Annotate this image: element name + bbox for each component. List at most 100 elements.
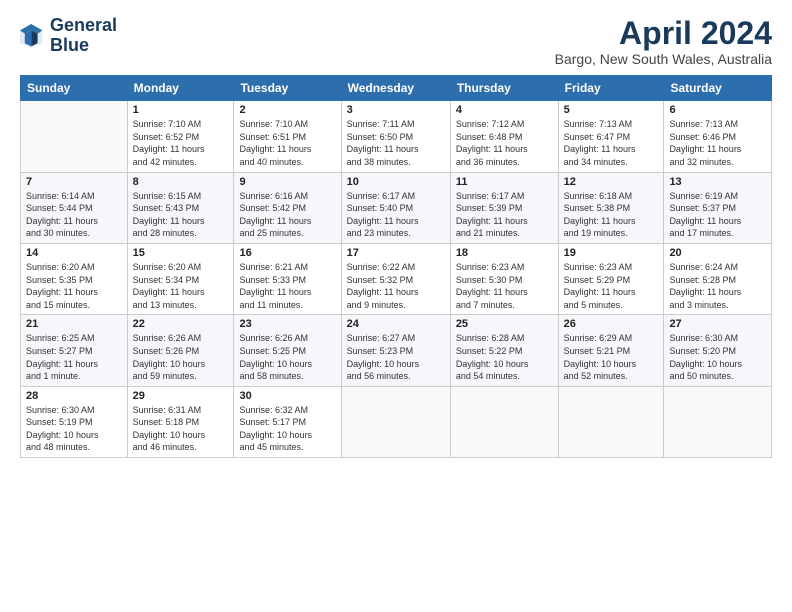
calendar-cell: 27Sunrise: 6:30 AM Sunset: 5:20 PM Dayli… [664,315,772,386]
day-number: 11 [456,176,553,188]
day-info: Sunrise: 6:26 AM Sunset: 5:25 PM Dayligh… [239,332,335,382]
weekday-header-friday: Friday [558,76,664,101]
day-number: 19 [564,247,659,259]
weekday-header-sunday: Sunday [21,76,128,101]
day-info: Sunrise: 7:13 AM Sunset: 6:47 PM Dayligh… [564,118,659,168]
calendar-cell [450,386,558,457]
day-info: Sunrise: 6:18 AM Sunset: 5:38 PM Dayligh… [564,190,659,240]
calendar-cell: 10 Sunrise: 6:17 AM Sunset: 5:40 PM Dayli… [341,172,450,243]
calendar-cell: 25 Sunrise: 6:28 AM Sunset: 5:22 PM Dayli… [450,315,558,386]
day-number: 22 [133,318,229,330]
logo-icon [20,22,44,50]
day-info: Sunrise: 6:23 AM Sunset: 5:30 PM Dayligh… [456,261,553,311]
day-info: Sunrise: 6:17 AM Sunset: 5:40 PM Dayligh… [347,190,445,240]
day-number: 15 [133,247,229,259]
day-number: 3 [347,104,445,116]
day-number: 14 [26,247,122,259]
calendar-cell: 5 Sunrise: 7:13 AM Sunset: 6:47 PM Daylig… [558,101,664,172]
day-number: 1 [133,104,229,116]
calendar-cell: 14Sunrise: 6:20 AM Sunset: 5:35 PM Dayli… [21,243,128,314]
title-block: April 2024 Bargo, New South Wales, Austr… [555,16,772,67]
day-number: 20 [669,247,766,259]
calendar-cell: 12 Sunrise: 6:18 AM Sunset: 5:38 PM Dayli… [558,172,664,243]
logo-text: General Blue [50,16,117,56]
calendar-cell: 30 Sunrise: 6:32 AM Sunset: 5:17 PM Dayli… [234,386,341,457]
calendar-cell: 15 Sunrise: 6:20 AM Sunset: 5:34 PM Dayli… [127,243,234,314]
calendar-cell: 3 Sunrise: 7:11 AM Sunset: 6:50 PM Daylig… [341,101,450,172]
day-number: 4 [456,104,553,116]
calendar-cell [341,386,450,457]
day-number: 17 [347,247,445,259]
weekday-header-wednesday: Wednesday [341,76,450,101]
day-info: Sunrise: 6:16 AM Sunset: 5:42 PM Dayligh… [239,190,335,240]
calendar-cell: 13 Sunrise: 6:19 AM Sunset: 5:37 PM Dayli… [664,172,772,243]
weekday-header-tuesday: Tuesday [234,76,341,101]
day-info: Sunrise: 6:23 AM Sunset: 5:29 PM Dayligh… [564,261,659,311]
weekday-header-row: SundayMondayTuesdayWednesdayThursdayFrid… [21,76,772,101]
day-info: Sunrise: 6:17 AM Sunset: 5:39 PM Dayligh… [456,190,553,240]
day-number: 26 [564,318,659,330]
day-number: 21 [26,318,122,330]
day-number: 24 [347,318,445,330]
calendar-cell [558,386,664,457]
day-number: 7 [26,176,122,188]
day-info: Sunrise: 7:11 AM Sunset: 6:50 PM Dayligh… [347,118,445,168]
week-row-5: 28 Sunrise: 6:30 AM Sunset: 5:19 PM Dayli… [21,386,772,457]
week-row-1: 1 Sunrise: 7:10 AM Sunset: 6:52 PM Daylig… [21,101,772,172]
day-info: Sunrise: 6:32 AM Sunset: 5:17 PM Dayligh… [239,404,335,454]
calendar-cell: 4Sunrise: 7:12 AM Sunset: 6:48 PM Daylig… [450,101,558,172]
calendar-cell: 29 Sunrise: 6:31 AM Sunset: 5:18 PM Dayli… [127,386,234,457]
calendar-cell: 8Sunrise: 6:15 AM Sunset: 5:43 PM Daylig… [127,172,234,243]
day-info: Sunrise: 6:22 AM Sunset: 5:32 PM Dayligh… [347,261,445,311]
calendar-cell [664,386,772,457]
calendar-cell: 16 Sunrise: 6:21 AM Sunset: 5:33 PM Dayli… [234,243,341,314]
day-info: Sunrise: 6:15 AM Sunset: 5:43 PM Dayligh… [133,190,229,240]
day-info: Sunrise: 6:28 AM Sunset: 5:22 PM Dayligh… [456,332,553,382]
weekday-header-monday: Monday [127,76,234,101]
calendar: SundayMondayTuesdayWednesdayThursdayFrid… [20,75,772,458]
location: Bargo, New South Wales, Australia [555,51,772,67]
day-info: Sunrise: 6:21 AM Sunset: 5:33 PM Dayligh… [239,261,335,311]
day-number: 28 [26,390,122,402]
day-number: 23 [239,318,335,330]
day-number: 13 [669,176,766,188]
day-info: Sunrise: 6:25 AM Sunset: 5:27 PM Dayligh… [26,332,122,382]
calendar-cell: 7Sunrise: 6:14 AM Sunset: 5:44 PM Daylig… [21,172,128,243]
logo: General Blue [20,16,117,56]
day-number: 5 [564,104,659,116]
day-number: 25 [456,318,553,330]
page: General Blue April 2024 Bargo, New South… [0,0,792,612]
day-info: Sunrise: 6:24 AM Sunset: 5:28 PM Dayligh… [669,261,766,311]
calendar-cell: 23 Sunrise: 6:26 AM Sunset: 5:25 PM Dayli… [234,315,341,386]
day-number: 30 [239,390,335,402]
day-number: 2 [239,104,335,116]
day-number: 29 [133,390,229,402]
calendar-cell: 24 Sunrise: 6:27 AM Sunset: 5:23 PM Dayli… [341,315,450,386]
calendar-cell: 21 Sunrise: 6:25 AM Sunset: 5:27 PM Dayli… [21,315,128,386]
calendar-cell: 18Sunrise: 6:23 AM Sunset: 5:30 PM Dayli… [450,243,558,314]
header: General Blue April 2024 Bargo, New South… [20,16,772,67]
week-row-4: 21 Sunrise: 6:25 AM Sunset: 5:27 PM Dayli… [21,315,772,386]
calendar-cell: 20 Sunrise: 6:24 AM Sunset: 5:28 PM Dayli… [664,243,772,314]
day-number: 27 [669,318,766,330]
day-number: 16 [239,247,335,259]
calendar-cell: 26Sunrise: 6:29 AM Sunset: 5:21 PM Dayli… [558,315,664,386]
calendar-cell: 6Sunrise: 7:13 AM Sunset: 6:46 PM Daylig… [664,101,772,172]
day-info: Sunrise: 6:27 AM Sunset: 5:23 PM Dayligh… [347,332,445,382]
day-info: Sunrise: 6:20 AM Sunset: 5:34 PM Dayligh… [133,261,229,311]
day-info: Sunrise: 6:19 AM Sunset: 5:37 PM Dayligh… [669,190,766,240]
calendar-cell: 19 Sunrise: 6:23 AM Sunset: 5:29 PM Dayli… [558,243,664,314]
day-info: Sunrise: 7:10 AM Sunset: 6:51 PM Dayligh… [239,118,335,168]
day-number: 12 [564,176,659,188]
day-info: Sunrise: 6:31 AM Sunset: 5:18 PM Dayligh… [133,404,229,454]
day-number: 10 [347,176,445,188]
calendar-cell: 1 Sunrise: 7:10 AM Sunset: 6:52 PM Daylig… [127,101,234,172]
calendar-cell [21,101,128,172]
week-row-3: 14Sunrise: 6:20 AM Sunset: 5:35 PM Dayli… [21,243,772,314]
day-info: Sunrise: 7:13 AM Sunset: 6:46 PM Dayligh… [669,118,766,168]
calendar-cell: 11 Sunrise: 6:17 AM Sunset: 5:39 PM Dayli… [450,172,558,243]
day-info: Sunrise: 6:26 AM Sunset: 5:26 PM Dayligh… [133,332,229,382]
calendar-cell: 2 Sunrise: 7:10 AM Sunset: 6:51 PM Daylig… [234,101,341,172]
day-info: Sunrise: 6:30 AM Sunset: 5:19 PM Dayligh… [26,404,122,454]
day-info: Sunrise: 7:10 AM Sunset: 6:52 PM Dayligh… [133,118,229,168]
